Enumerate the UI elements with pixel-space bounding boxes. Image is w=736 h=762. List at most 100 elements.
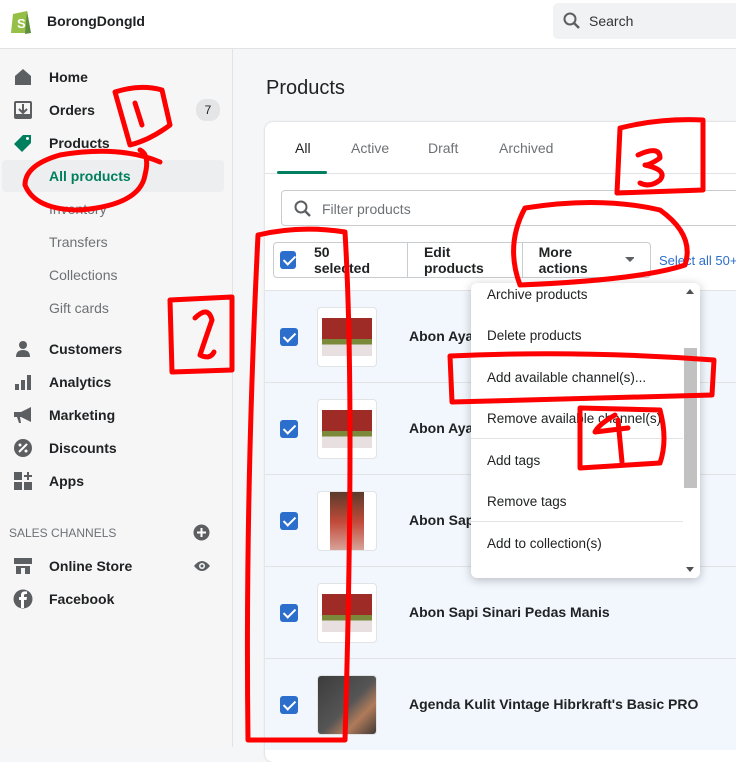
top-bar: S BorongDongId Search: [0, 0, 736, 49]
sidebar-item-label: Orders: [49, 102, 95, 118]
product-name[interactable]: Agenda Kulit Vintage Hibrkraft's Basic P…: [409, 696, 698, 712]
scroll-up-arrow-icon[interactable]: [686, 289, 694, 294]
discount-icon: [14, 439, 32, 457]
menu-item-add-to-collections[interactable]: Add to collection(s): [487, 536, 602, 551]
eye-icon[interactable]: [193, 559, 211, 573]
product-thumbnail: [317, 307, 377, 367]
product-name[interactable]: Abon Sapi: [409, 512, 478, 528]
product-thumbnail: [317, 491, 377, 551]
selected-count: 50 selected: [313, 244, 371, 276]
sidebar-item-gift-cards[interactable]: Gift cards: [0, 292, 224, 324]
filter-placeholder: Filter products: [322, 201, 411, 217]
sidebar-item-label: Online Store: [49, 558, 133, 574]
caret-down-icon: [625, 257, 634, 262]
sidebar-item-label: Products: [49, 135, 110, 151]
sidebar-item-apps[interactable]: Apps: [0, 465, 224, 497]
row-checkbox[interactable]: [280, 512, 298, 530]
sidebar-item-analytics[interactable]: Analytics: [0, 366, 224, 398]
row-checkbox[interactable]: [280, 696, 298, 714]
orders-count-badge: 7: [196, 99, 220, 121]
sidebar-item-transfers[interactable]: Transfers: [0, 226, 224, 258]
filter-products-input[interactable]: Filter products: [281, 190, 736, 226]
bar-chart-icon: [15, 375, 31, 390]
megaphone-icon: [14, 407, 31, 423]
sidebar-item-orders[interactable]: Orders 7: [0, 94, 224, 126]
menu-item-add-tags[interactable]: Add tags: [487, 453, 540, 468]
scroll-down-arrow-icon[interactable]: [686, 567, 694, 572]
product-thumbnail: [317, 583, 377, 643]
sidebar-item-label: Marketing: [49, 407, 116, 423]
orders-icon: [14, 101, 32, 119]
apps-icon: [14, 472, 32, 490]
sidebar-item-customers[interactable]: Customers: [0, 333, 224, 365]
tab-draft[interactable]: Draft: [428, 140, 458, 156]
search-input[interactable]: Search: [553, 3, 736, 39]
menu-divider: [471, 521, 683, 522]
menu-item-add-available-channels[interactable]: Add available channel(s)...: [487, 370, 646, 385]
row-checkbox[interactable]: [280, 420, 298, 438]
tag-icon: [14, 135, 31, 152]
person-icon: [16, 341, 30, 357]
facebook-icon: [13, 589, 33, 609]
sales-channels-heading: SALES CHANNELS: [9, 526, 117, 540]
more-actions-button[interactable]: More actions: [523, 243, 650, 277]
sidebar-item-label: Facebook: [49, 591, 115, 607]
menu-item-remove-tags[interactable]: Remove tags: [487, 494, 567, 509]
row-checkbox[interactable]: [280, 604, 298, 622]
menu-divider: [471, 355, 683, 356]
search-placeholder: Search: [589, 13, 634, 29]
menu-scrollbar-thumb[interactable]: [684, 348, 697, 488]
row-checkbox[interactable]: [280, 328, 298, 346]
sidebar-item-label: Analytics: [49, 374, 112, 390]
store-icon: [14, 558, 32, 574]
sidebar-item-label: Collections: [49, 267, 118, 283]
sidebar-item-products[interactable]: Products: [0, 127, 224, 159]
active-tab-indicator: [277, 171, 327, 174]
sidebar-item-label: Transfers: [49, 234, 108, 250]
search-icon: [294, 200, 311, 217]
store-name: BorongDongId: [47, 13, 145, 29]
sidebar-item-label: Home: [49, 69, 88, 85]
product-thumbnail: [317, 399, 377, 459]
tab-archived[interactable]: Archived: [499, 140, 553, 156]
sidebar-item-label: Customers: [49, 341, 123, 357]
table-row[interactable]: Abon Sapi Sinari Pedas Manis: [265, 566, 736, 658]
add-channel-icon[interactable]: [193, 524, 210, 541]
sidebar-item-collections[interactable]: Collections: [0, 259, 224, 291]
edit-products-button[interactable]: Edit products: [408, 243, 523, 277]
bulk-actions-bar: 50 selected Edit products More actions: [273, 242, 651, 278]
select-all-link[interactable]: Select all 50+: [659, 253, 736, 268]
sidebar-item-discounts[interactable]: Discounts: [0, 432, 224, 464]
sidebar-item-label: All products: [49, 168, 131, 184]
shopify-logo-icon: S: [11, 11, 31, 34]
home-icon: [15, 69, 31, 85]
menu-item-remove-available-channels[interactable]: Remove available channel(s): [487, 411, 661, 426]
sidebar-item-label: Inventory: [49, 201, 107, 217]
menu-item-delete-products[interactable]: Delete products: [487, 328, 582, 343]
select-all-checkbox-group[interactable]: 50 selected: [274, 243, 408, 277]
sidebar-item-marketing[interactable]: Marketing: [0, 399, 224, 431]
tab-all[interactable]: All: [295, 140, 311, 156]
search-icon: [563, 12, 580, 29]
page-title: Products: [266, 77, 345, 99]
tab-active[interactable]: Active: [351, 140, 389, 156]
select-all-checkbox[interactable]: [280, 251, 296, 269]
sidebar-item-facebook[interactable]: Facebook: [0, 583, 224, 615]
sidebar-item-label: Gift cards: [49, 300, 109, 316]
menu-divider: [471, 438, 683, 439]
sidebar-item-label: Discounts: [49, 440, 117, 456]
product-name[interactable]: Abon Sapi Sinari Pedas Manis: [409, 604, 610, 620]
sidebar-item-inventory[interactable]: Inventory: [0, 193, 224, 225]
sidebar-item-online-store[interactable]: Online Store: [0, 550, 224, 582]
sidebar-item-label: Apps: [49, 473, 84, 489]
menu-item-archive-products[interactable]: Archive products: [487, 287, 588, 302]
more-actions-label: More actions: [538, 244, 588, 276]
tab-bar: All Active Draft Archived: [265, 122, 736, 174]
svg-text:S: S: [17, 16, 26, 31]
sidebar-item-all-products[interactable]: All products: [2, 160, 224, 192]
table-row[interactable]: Agenda Kulit Vintage Hibrkraft's Basic P…: [265, 658, 736, 750]
sidebar-item-home[interactable]: Home: [0, 61, 224, 93]
edit-products-label: Edit products: [423, 244, 484, 276]
product-thumbnail: [317, 675, 377, 735]
more-actions-menu: Archive products Delete products Add ava…: [471, 283, 700, 578]
